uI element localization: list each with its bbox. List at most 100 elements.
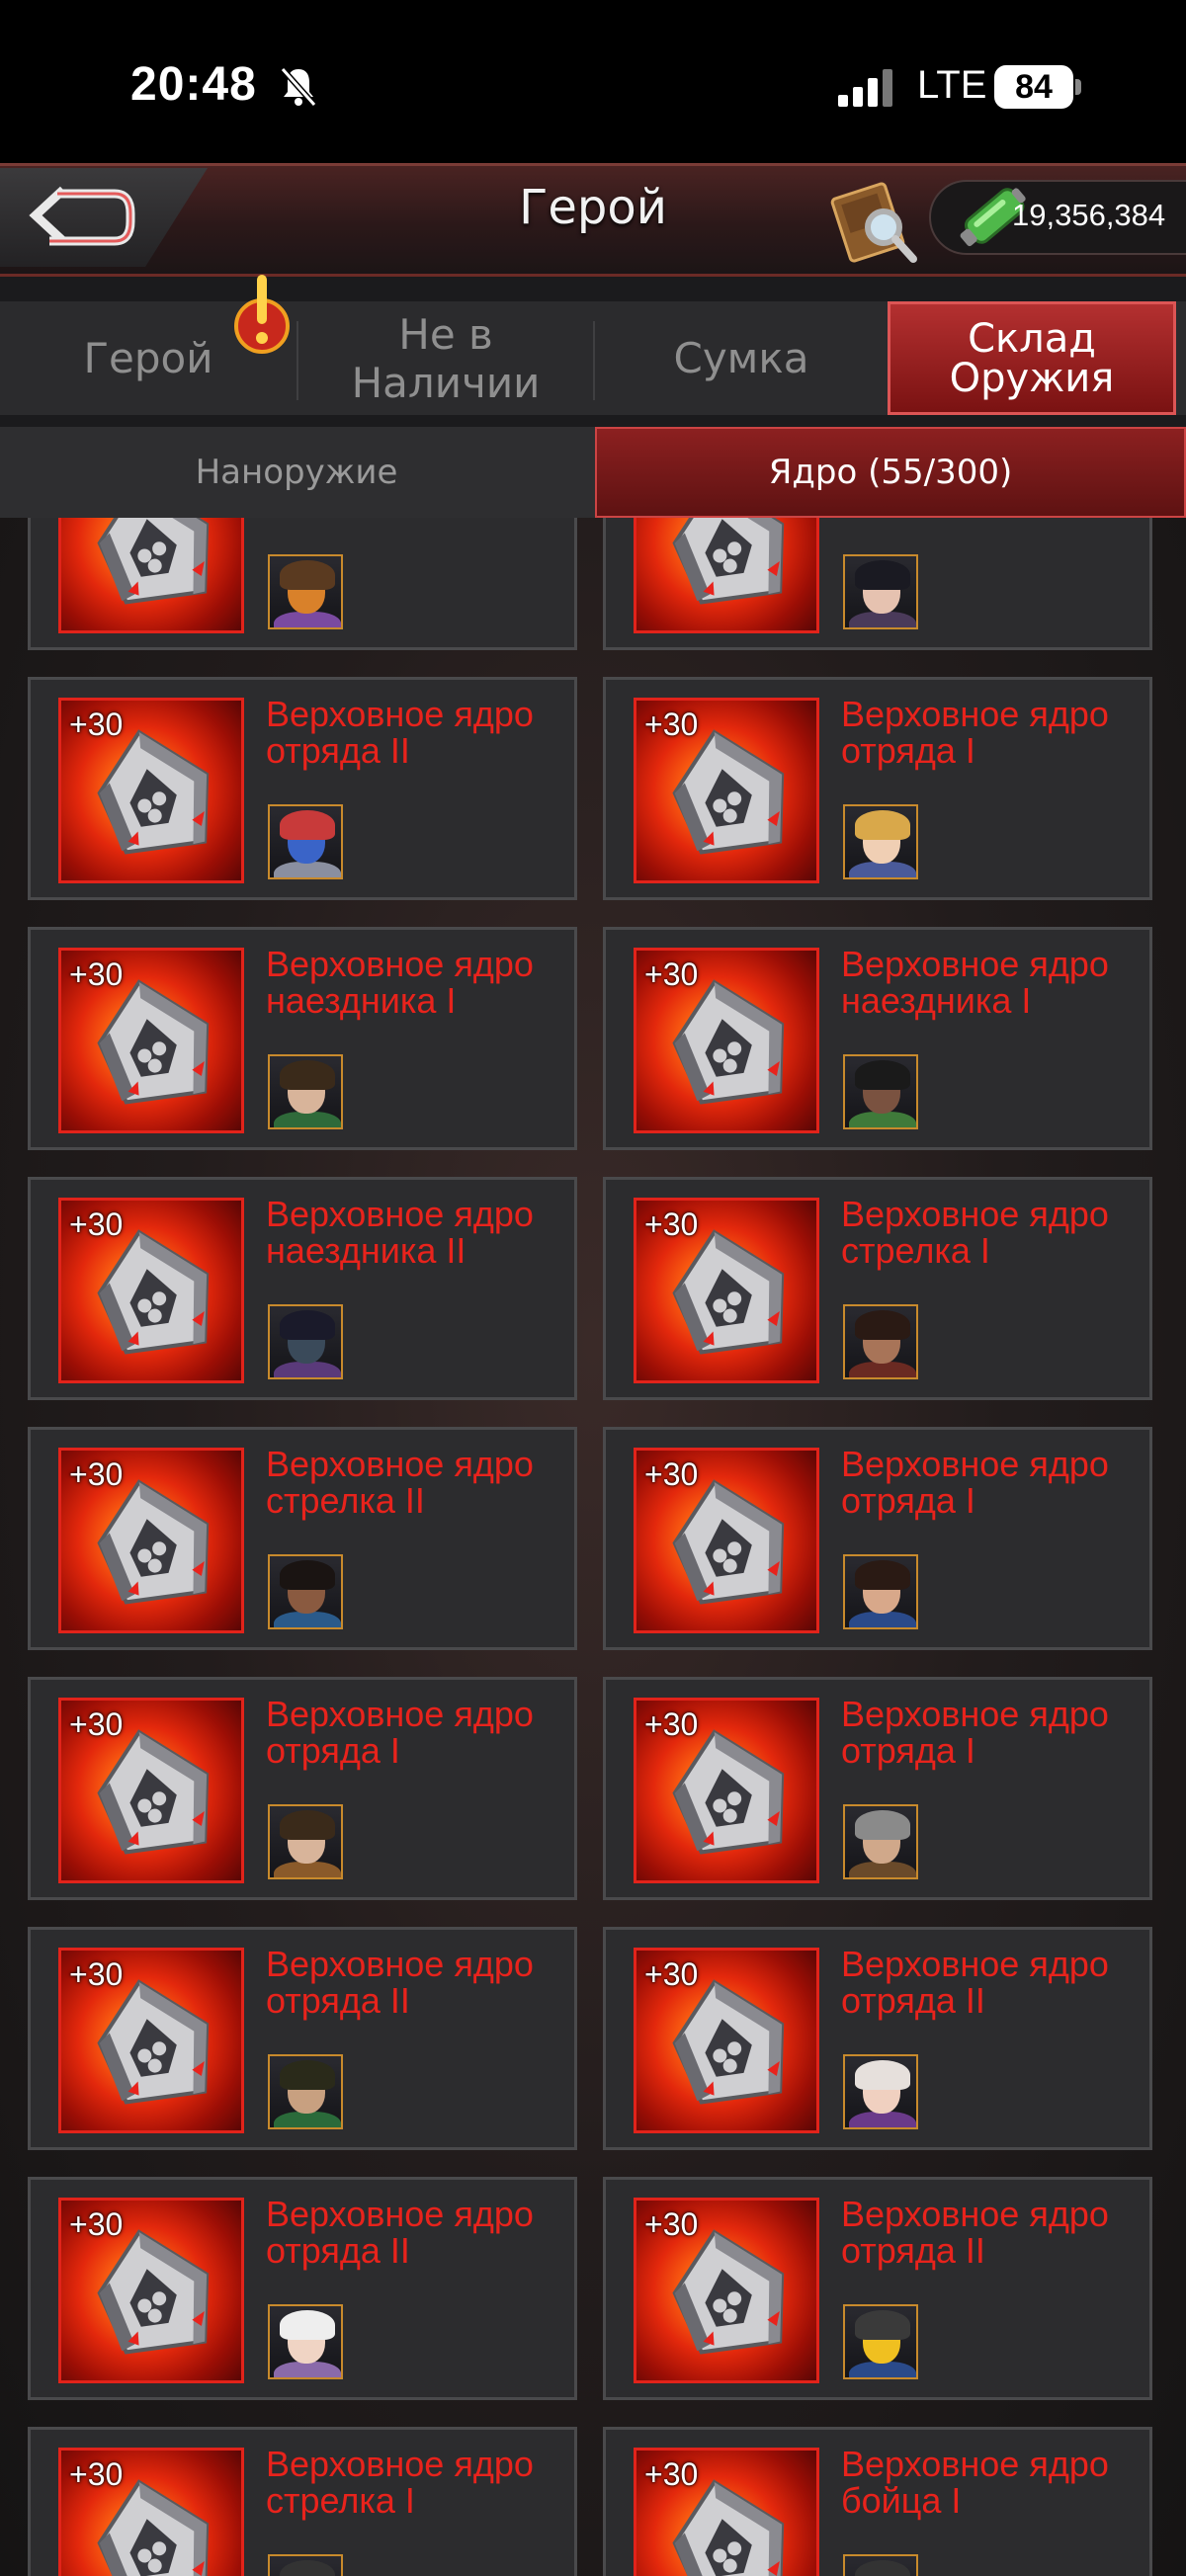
hero-avatar-man-glasses-icon[interactable] (843, 1054, 918, 1129)
core-item-card[interactable]: +30 Верховное ядро стрелка I (28, 2427, 577, 2576)
hero-avatar-woman-white-hair-icon[interactable] (268, 2304, 343, 2379)
core-image[interactable]: +30 (634, 1448, 819, 1633)
hero-avatar-woman-dark-hair-icon[interactable] (843, 554, 918, 629)
avatar-hair (855, 2560, 910, 2576)
hero-avatar-man-dark-icon[interactable] (268, 1554, 343, 1629)
core-image[interactable]: +30 (634, 948, 819, 1133)
core-item-card[interactable]: +30 Верховное ядро отряда I (28, 1677, 577, 1900)
core-name: Верховное ядро наездника I (266, 944, 534, 1021)
core-image[interactable]: +30 (58, 1448, 244, 1633)
core-image[interactable]: +30 (58, 1948, 244, 2133)
level-badge: +30 (69, 956, 124, 992)
core-image[interactable]: +30 (58, 1698, 244, 1883)
avatar-shoulders (274, 1862, 341, 1877)
level-badge: +30 (644, 1956, 699, 1992)
core-image[interactable] (634, 518, 819, 633)
avatar-hair (280, 1060, 335, 1090)
supreme-core-icon (97, 1979, 210, 2105)
avatar-shoulders (274, 1362, 341, 1377)
avatar-shoulders (849, 1112, 916, 1127)
core-image[interactable]: +30 (634, 2198, 819, 2383)
supreme-core-icon (97, 729, 210, 855)
core-image[interactable] (58, 518, 244, 633)
supreme-core-icon (672, 729, 785, 855)
hero-avatar-man-sunglasses-icon[interactable] (268, 1804, 343, 1879)
hero-avatar-woman-brunette-icon[interactable] (843, 1554, 918, 1629)
item-grid[interactable]: +30 Верховное ядро отряда II +30 Верховное … (0, 518, 1186, 2576)
hero-avatar-woman-blonde-icon[interactable] (843, 804, 918, 879)
supreme-core-icon (672, 1729, 785, 1855)
avatar-hair (855, 1310, 910, 1340)
avatar-shoulders (274, 2112, 341, 2127)
battery-tip (1075, 79, 1081, 95)
avatar-shoulders (849, 2112, 916, 2127)
core-image[interactable]: +30 (634, 1948, 819, 2133)
core-image[interactable]: +30 (634, 1198, 819, 1383)
subtab-core[interactable]: Ядро (55/300) (595, 427, 1186, 518)
core-image[interactable]: +30 (634, 698, 819, 883)
core-item-card[interactable]: +30 Верховное ядро бойца I (603, 2427, 1152, 2576)
tab-unavailable[interactable]: Не в Наличии (298, 301, 593, 415)
hero-avatar-robot-yellow-icon[interactable] (843, 2304, 918, 2379)
core-item-card[interactable]: +30 Верховное ядро наездника I (603, 927, 1152, 1150)
core-image[interactable]: +30 (634, 2448, 819, 2576)
subtab-nanoweapon[interactable]: Наноружие (0, 427, 593, 518)
avatar-hair (855, 560, 910, 590)
core-item-card[interactable]: +30 Верховное ядро стрелка I (603, 1177, 1152, 1400)
core-item-card[interactable]: +30 Верховное ядро отряда I (603, 1677, 1152, 1900)
core-item-card[interactable]: +30 Верховное ядро отряда I (603, 1427, 1152, 1650)
level-badge: +30 (644, 1706, 699, 1742)
hero-avatar-robot-blue-red-icon[interactable] (268, 804, 343, 879)
level-badge: +30 (644, 2456, 699, 2492)
hero-avatar-man-soldier-icon[interactable] (268, 2054, 343, 2129)
level-badge: +30 (69, 2206, 124, 2242)
core-item-card[interactable]: +30 Верховное ядро наездника II (28, 1177, 577, 1400)
core-image[interactable]: +30 (58, 948, 244, 1133)
hero-avatar-icon[interactable] (843, 2554, 918, 2576)
core-name: Верховное ядро отряда I (841, 1444, 1109, 1521)
core-image[interactable]: +30 (58, 2448, 244, 2576)
hero-avatar-masked-hood-icon[interactable] (268, 1304, 343, 1379)
core-name: Верховное ядро отряда II (266, 1944, 534, 2021)
core-item-card[interactable]: +30 Верховное ядро отряда II (28, 677, 577, 900)
core-item-card[interactable]: +30 Верховное ядро отряда I (603, 677, 1152, 900)
hero-avatar-man-green-icon[interactable] (268, 1054, 343, 1129)
hero-avatar-icon[interactable] (268, 2554, 343, 2576)
hero-avatar-man-grey-beard-icon[interactable] (843, 1804, 918, 1879)
network-label: LTE (917, 63, 987, 107)
supreme-core-icon (97, 2229, 210, 2355)
level-badge: +30 (69, 1206, 124, 1242)
core-item-card[interactable] (28, 518, 577, 650)
encyclopedia-book-icon[interactable] (826, 176, 921, 267)
core-item-card[interactable] (603, 518, 1152, 650)
core-name: Верховное ядро отряда I (841, 694, 1109, 771)
core-item-card[interactable]: +30 Верховное ядро отряда II (603, 2177, 1152, 2400)
tab-bag[interactable]: Сумка (595, 301, 888, 415)
core-name: Верховное ядро наездника I (841, 944, 1109, 1021)
core-name: Верховное ядро стрелка I (841, 1194, 1109, 1271)
level-badge: +30 (644, 2206, 699, 2242)
resource-value: 19,356,384 (1012, 198, 1166, 232)
core-item-card[interactable]: +30 Верховное ядро наездника I (28, 927, 577, 1150)
hero-avatar-woman-dark-icon[interactable] (843, 1304, 918, 1379)
signal-icon (838, 69, 892, 107)
avatar-hair (280, 1810, 335, 1840)
core-name: Верховное ядро стрелка I (266, 2444, 534, 2521)
hero-avatar-robot-orange-icon[interactable] (268, 554, 343, 629)
level-badge: +30 (69, 706, 124, 742)
core-name: Верховное ядро отряда I (841, 1694, 1109, 1771)
level-badge: +30 (69, 1706, 124, 1742)
core-image[interactable]: +30 (58, 1198, 244, 1383)
core-item-card[interactable]: +30 Верховное ядро отряда II (28, 1927, 577, 2150)
tab-armory[interactable]: Склад Оружия (888, 301, 1176, 415)
core-item-card[interactable]: +30 Верховное ядро отряда II (28, 2177, 577, 2400)
avatar-hair (855, 1810, 910, 1840)
hero-avatar-woman-purple-icon[interactable] (843, 2054, 918, 2129)
core-item-card[interactable]: +30 Верховное ядро стрелка II (28, 1427, 577, 1650)
avatar-shoulders (274, 612, 341, 627)
core-image[interactable]: +30 (58, 698, 244, 883)
level-badge: +30 (644, 706, 699, 742)
core-image[interactable]: +30 (58, 2198, 244, 2383)
core-item-card[interactable]: +30 Верховное ядро отряда II (603, 1927, 1152, 2150)
core-image[interactable]: +30 (634, 1698, 819, 1883)
